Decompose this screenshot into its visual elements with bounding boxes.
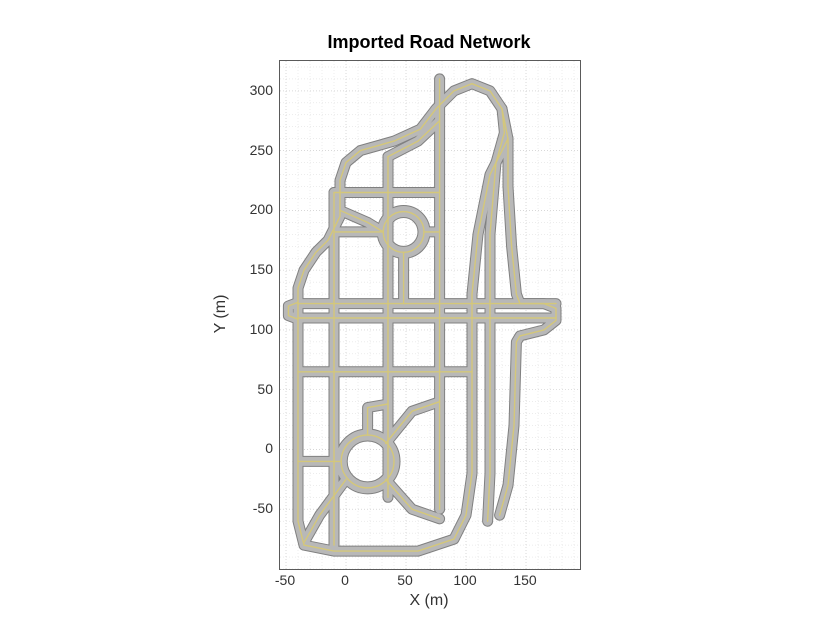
y-tick: 200 bbox=[233, 201, 273, 217]
x-axis-label: X (m) bbox=[279, 592, 579, 610]
x-tick: 0 bbox=[341, 572, 349, 588]
y-tick: 50 bbox=[233, 381, 273, 397]
x-tick: 100 bbox=[453, 572, 476, 588]
figure: Imported Road Network X (m) Y (m) -50 0 50… bbox=[0, 0, 840, 630]
x-tick: -50 bbox=[275, 572, 295, 588]
y-axis-label: Y (m) bbox=[212, 60, 232, 568]
y-tick: 0 bbox=[233, 440, 273, 456]
y-tick: 250 bbox=[233, 142, 273, 158]
road-network bbox=[280, 61, 580, 569]
y-tick: 150 bbox=[233, 261, 273, 277]
y-tick: 100 bbox=[233, 321, 273, 337]
chart-title: Imported Road Network bbox=[279, 32, 579, 53]
axes bbox=[279, 60, 581, 570]
x-tick: 150 bbox=[513, 572, 536, 588]
y-tick: 300 bbox=[233, 82, 273, 98]
x-tick: 50 bbox=[397, 572, 413, 588]
y-tick: -50 bbox=[233, 500, 273, 516]
